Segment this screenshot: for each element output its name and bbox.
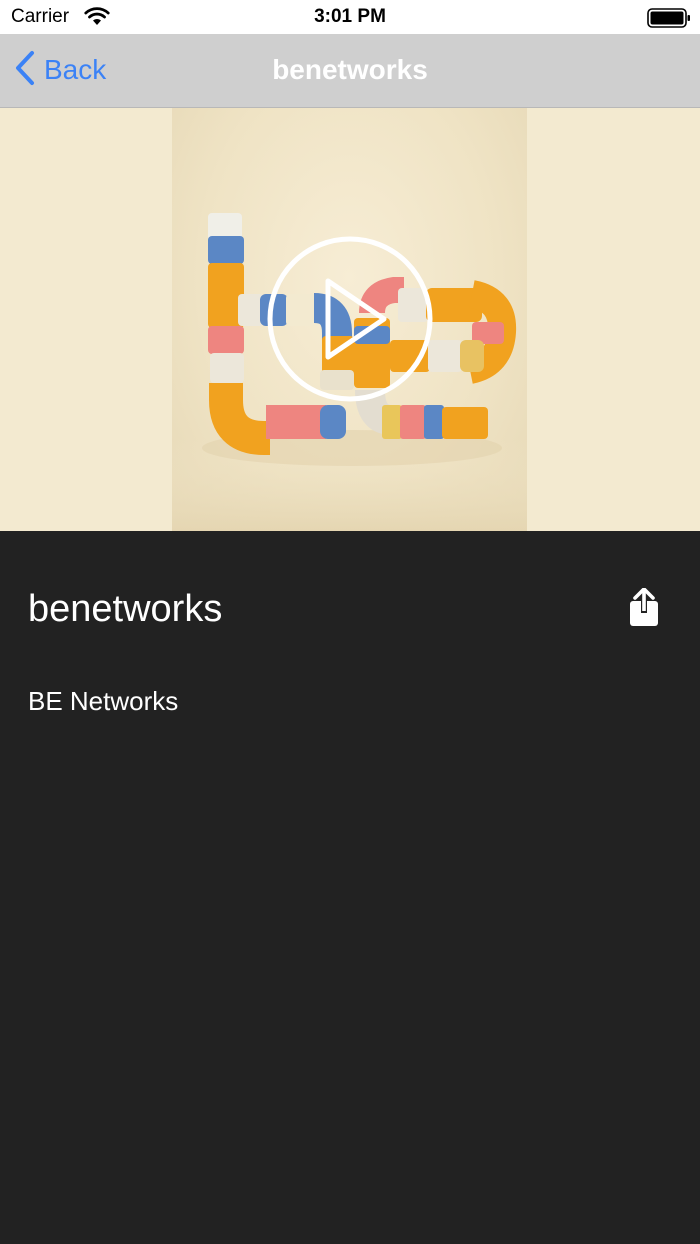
- description: BE Networks: [28, 686, 179, 716]
- nav-title: benetworks: [272, 54, 428, 85]
- play-icon: [267, 236, 433, 402]
- navigation-bar: Back benetworks: [0, 34, 700, 108]
- play-button[interactable]: [266, 235, 434, 408]
- status-bar: Carrier 3:01 PM: [0, 0, 700, 34]
- video-player[interactable]: [0, 108, 700, 531]
- share-icon: [630, 587, 658, 626]
- clock: 3:01 PM: [314, 6, 386, 27]
- content-title: benetworks: [28, 588, 223, 630]
- battery-icon: [647, 8, 691, 33]
- share-button[interactable]: [627, 587, 661, 633]
